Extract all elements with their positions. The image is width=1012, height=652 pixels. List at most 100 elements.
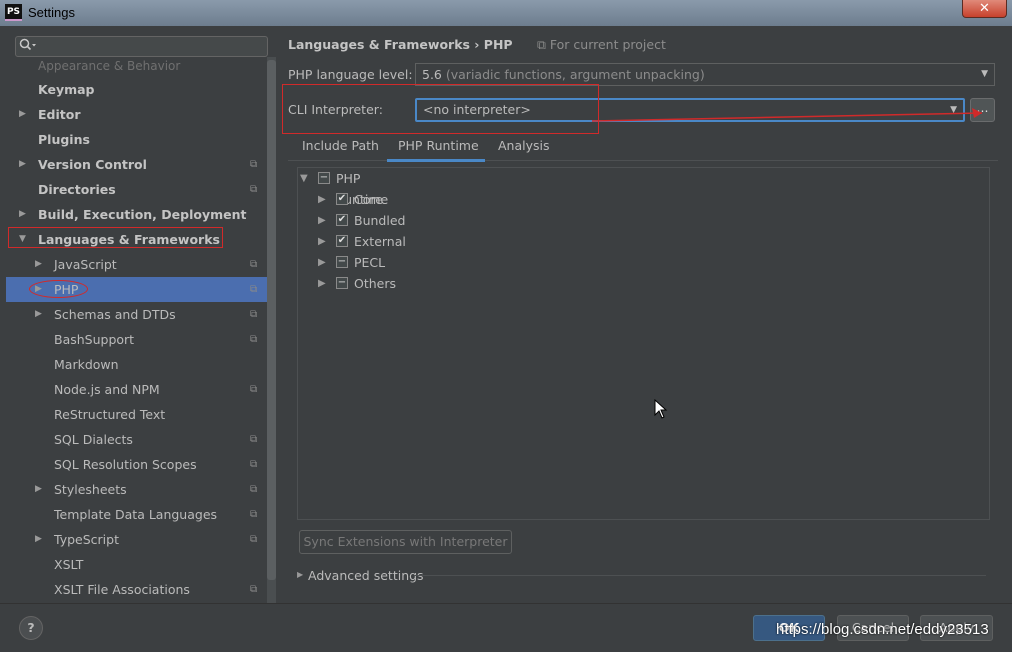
partial-checkbox-icon[interactable]: − <box>336 277 348 289</box>
sidebar-item-label: Markdown <box>54 357 119 372</box>
expand-arrow-icon[interactable]: ▶ <box>318 189 326 210</box>
sidebar-item-plugins[interactable]: Plugins <box>6 127 267 152</box>
sidebar-item-label: Build, Execution, Deployment <box>38 207 247 222</box>
annotation-box-languages <box>8 227 223 248</box>
runtime-item-label: Core <box>354 192 383 207</box>
sidebar-item-javascript[interactable]: ▶ JavaScript ⧉ <box>6 252 267 277</box>
sidebar-item-keymap[interactable]: Keymap <box>6 77 267 102</box>
breadcrumb: Languages & Frameworks › PHP <box>288 37 513 52</box>
sidebar-item-label: Schemas and DTDs <box>54 307 176 322</box>
project-scope-icon: ⧉ <box>250 509 258 520</box>
project-scope-icon: ⧉ <box>250 284 258 295</box>
active-tab-indicator <box>387 159 485 162</box>
close-button[interactable]: ✕ <box>962 0 1007 18</box>
runtime-item-label: Bundled <box>354 213 406 228</box>
tab-php-runtime[interactable]: PHP Runtime <box>398 138 479 160</box>
sidebar-item-sql-dialects[interactable]: SQL Dialects ⧉ <box>6 427 267 452</box>
project-scope-icon: ⧉ <box>250 584 258 595</box>
sidebar-item-label: TypeScript <box>54 532 119 547</box>
tab-include-path[interactable]: Include Path <box>302 138 379 160</box>
sidebar-item-xslt-file-associations[interactable]: XSLT File Associations ⧉ <box>6 577 267 602</box>
sidebar-item-typescript[interactable]: ▶ TypeScript ⧉ <box>6 527 267 552</box>
annotation-box-cli <box>282 84 599 134</box>
search-icon <box>19 38 37 56</box>
checkbox-checked-icon[interactable]: ✔ <box>336 214 348 226</box>
project-scope-icon: ⧉ <box>250 309 258 320</box>
expand-arrow-icon[interactable]: ▶ <box>318 252 326 273</box>
sidebar-item-label: JavaScript <box>54 257 117 272</box>
help-button[interactable]: ? <box>19 616 43 640</box>
expand-arrow-icon[interactable]: ▶ <box>35 252 42 277</box>
watermark-url: https://blog.csdn.net/eddy23513 <box>776 621 989 638</box>
sidebar-item-label: ReStructured Text <box>54 407 166 422</box>
sidebar-item-appearance[interactable]: Appearance & Behavior <box>38 59 180 73</box>
sidebar-item-sql-resolution-scopes[interactable]: SQL Resolution Scopes ⧉ <box>6 452 267 477</box>
partial-checkbox-icon[interactable]: − <box>318 172 330 184</box>
sidebar-item-markdown[interactable]: Markdown <box>6 352 267 377</box>
tab-analysis[interactable]: Analysis <box>498 138 550 160</box>
sidebar-item-stylesheets[interactable]: ▶ Stylesheets ⧉ <box>6 477 267 502</box>
mouse-cursor-icon <box>654 399 668 419</box>
expand-arrow-icon[interactable]: ▶ <box>19 202 26 227</box>
expand-arrow-icon[interactable]: ▶ <box>35 477 42 502</box>
expand-arrow-icon[interactable]: ▶ <box>19 102 26 127</box>
project-scope-icon: ⧉ <box>250 384 258 395</box>
php-level-label: PHP language level: <box>288 67 413 82</box>
sidebar-item-label: SQL Resolution Scopes <box>54 457 197 472</box>
sidebar-item-label: Stylesheets <box>54 482 127 497</box>
expand-arrow-icon[interactable]: ▶ <box>19 152 26 177</box>
expand-arrow-icon[interactable]: ▶ <box>35 302 42 327</box>
annotation-arrow-icon <box>591 108 983 122</box>
advanced-divider <box>414 575 986 576</box>
php-level-description: (variadic functions, argument unpacking) <box>445 67 705 82</box>
checkbox-checked-icon[interactable]: ✔ <box>336 235 348 247</box>
expand-arrow-icon[interactable]: ▶ <box>35 527 42 552</box>
sidebar-item-label: Template Data Languages <box>54 507 218 522</box>
expand-arrow-icon[interactable]: ▶ <box>318 231 326 252</box>
sidebar-item-version-control[interactable]: ▶ Version Control ⧉ <box>6 152 267 177</box>
sidebar-item-schemas-and-dtds[interactable]: ▶ Schemas and DTDs ⧉ <box>6 302 267 327</box>
php-level-version: 5.6 <box>422 67 442 82</box>
project-scope-icon: ⧉ <box>250 484 258 495</box>
expand-arrow-icon[interactable]: ▶ <box>318 273 326 294</box>
sidebar-item-label: Plugins <box>38 132 90 147</box>
scope-hint: ⧉ For current project <box>537 37 666 52</box>
advanced-settings-toggle[interactable]: Advanced settings <box>308 568 424 583</box>
sidebar-item-bashsupport[interactable]: BashSupport ⧉ <box>6 327 267 352</box>
sidebar-item-label: Version Control <box>38 157 147 172</box>
sidebar-item-label: BashSupport <box>54 332 135 347</box>
sidebar-item-template-data-languages[interactable]: Template Data Languages ⧉ <box>6 502 267 527</box>
project-scope-icon: ⧉ <box>250 259 258 270</box>
runtime-item-label: External <box>354 234 406 249</box>
project-scope-icon: ⧉ <box>250 159 258 170</box>
sidebar-item-restructured-text[interactable]: ReStructured Text <box>6 402 267 427</box>
project-scope-icon: ⧉ <box>250 184 258 195</box>
collapse-arrow-icon[interactable]: ▼ <box>300 168 308 189</box>
sidebar-item-label: XSLT <box>54 557 84 572</box>
title-bar <box>0 0 1012 26</box>
php-level-select[interactable]: 5.6 (variadic functions, argument unpack… <box>415 63 995 86</box>
sidebar-item-build-execution-deployment[interactable]: ▶ Build, Execution, Deployment <box>6 202 267 227</box>
sidebar-item-label: Directories <box>38 182 116 197</box>
sidebar-item-editor[interactable]: ▶ Editor <box>6 102 267 127</box>
sidebar-item-xslt[interactable]: XSLT <box>6 552 267 577</box>
project-scope-icon: ⧉ <box>250 334 258 345</box>
runtime-item-label: PECL <box>354 255 386 270</box>
sync-extensions-button[interactable]: Sync Extensions with Interpreter <box>299 530 512 554</box>
expand-arrow-icon[interactable]: ▶ <box>318 210 326 231</box>
runtime-item-label: Others <box>354 276 397 291</box>
annotation-ellipse-php <box>29 280 88 298</box>
checkbox-checked-icon[interactable]: ✔ <box>336 193 348 205</box>
search-input[interactable] <box>15 36 268 57</box>
sidebar-item-node-js-and-npm[interactable]: Node.js and NPM ⧉ <box>6 377 267 402</box>
window-title: Settings <box>28 5 75 20</box>
sidebar-item-directories[interactable]: Directories ⧉ <box>6 177 267 202</box>
sidebar-item-label: XSLT File Associations <box>54 582 190 597</box>
expand-arrow-icon[interactable]: ▶ <box>297 570 303 579</box>
sidebar-item-label: Keymap <box>38 82 95 97</box>
partial-checkbox-icon[interactable]: − <box>336 256 348 268</box>
sidebar-item-label: Node.js and NPM <box>54 382 160 397</box>
sidebar-scrollbar-thumb[interactable] <box>267 60 276 580</box>
project-scope-icon: ⧉ <box>250 434 258 445</box>
project-scope-icon: ⧉ <box>250 459 258 470</box>
